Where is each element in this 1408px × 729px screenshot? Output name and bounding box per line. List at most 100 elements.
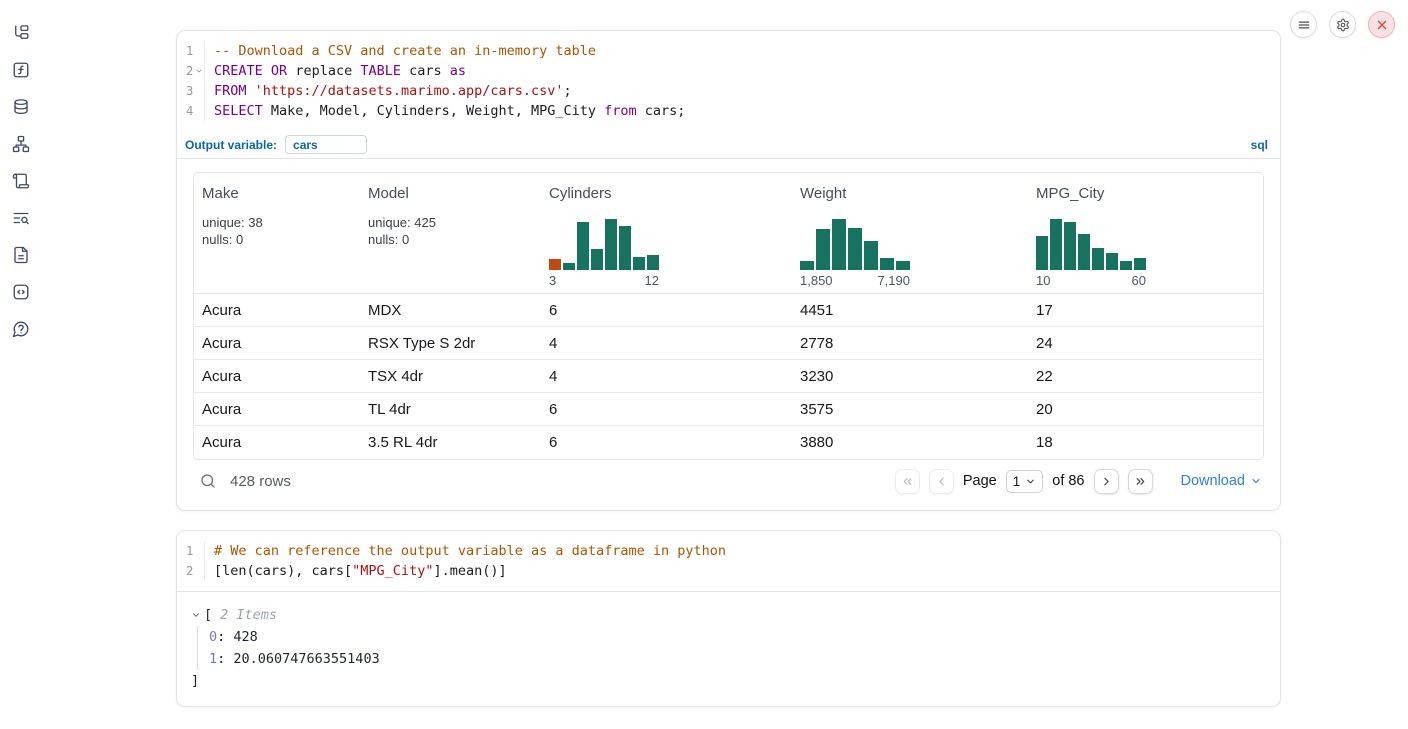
token-kw: from: [604, 103, 637, 119]
token-str: "MPG_City": [352, 563, 433, 579]
histogram-bar[interactable]: [563, 263, 575, 270]
line-number: 3: [177, 81, 193, 101]
tree-entry[interactable]: 0: 428: [209, 626, 1264, 648]
token-plain: cars: [401, 63, 450, 79]
line-number: 2: [177, 61, 193, 81]
download-button[interactable]: Download: [1181, 473, 1263, 489]
table-cell: 4: [541, 360, 792, 392]
code-line[interactable]: 4SELECT Make, Model, Cylinders, Weight, …: [177, 101, 1280, 121]
histogram-bar[interactable]: [1134, 258, 1146, 270]
collapse-chevron-icon[interactable]: [191, 610, 201, 620]
fold-chevron-icon[interactable]: [193, 61, 204, 81]
histogram-bar[interactable]: [549, 259, 561, 270]
column-header-model[interactable]: Modelunique: 425nulls: 0: [360, 173, 541, 293]
column-name: Make: [202, 185, 352, 203]
histogram-bar[interactable]: [864, 241, 878, 270]
python-editor[interactable]: 1# We can reference the output variable …: [177, 531, 1280, 591]
token-plain: Make, Model, Cylinders, Weight, MPG_City: [263, 103, 604, 119]
output-variable-input[interactable]: [285, 135, 367, 154]
close-button[interactable]: [1368, 11, 1395, 38]
histogram-bar[interactable]: [1050, 219, 1062, 270]
prev-page-button[interactable]: [929, 469, 954, 494]
code-line[interactable]: 1 -- Download a CSV and create an in-memo…: [177, 41, 1280, 61]
fold-chevron-icon: [193, 81, 204, 101]
table-cell: 6: [541, 294, 792, 326]
histogram-bar[interactable]: [647, 255, 659, 270]
column-header-weight[interactable]: Weight1,8507,190: [792, 173, 1028, 293]
code-text: # We can reference the output variable a…: [205, 541, 726, 561]
list-search-icon[interactable]: [12, 209, 30, 227]
output-variable-label: Output variable:: [185, 138, 277, 152]
gutter: 4: [177, 101, 205, 121]
close-icon: [1375, 18, 1389, 32]
histogram-bar[interactable]: [577, 222, 589, 270]
table-cell: 2778: [792, 327, 1028, 359]
histogram-bar[interactable]: [832, 219, 846, 270]
scroll-icon[interactable]: [12, 172, 30, 190]
column-header-cylinders[interactable]: Cylinders312: [541, 173, 792, 293]
histogram-bar[interactable]: [605, 219, 617, 270]
token-str: 'https://datasets.marimo.app/cars.csv': [255, 83, 564, 99]
snippets-code-icon[interactable]: [12, 283, 30, 301]
histogram-bar[interactable]: [1036, 236, 1048, 270]
token-kw: FROM: [214, 83, 247, 99]
help-chat-icon[interactable]: [12, 320, 30, 338]
table-row[interactable]: AcuraRSX Type S 2dr4277824: [194, 327, 1263, 360]
table-cell: 3880: [792, 426, 1028, 459]
token-plain: ;: [564, 83, 572, 99]
histogram-bar[interactable]: [1064, 222, 1076, 270]
settings-button[interactable]: [1329, 11, 1356, 38]
tree-root-row: [ 2 Items: [191, 604, 1264, 626]
histogram-bar[interactable]: [1078, 234, 1090, 270]
histogram-bar[interactable]: [880, 258, 894, 270]
table-row[interactable]: AcuraTL 4dr6357520: [194, 393, 1263, 426]
column-header-mpg_city[interactable]: MPG_City1060: [1028, 173, 1263, 293]
menu-button[interactable]: [1290, 11, 1317, 38]
column-name: Model: [368, 185, 533, 203]
document-icon[interactable]: [12, 246, 30, 264]
histogram-max-label: 12: [645, 273, 659, 289]
code-line[interactable]: 1# We can reference the output variable …: [177, 541, 1280, 561]
histogram-bar[interactable]: [1092, 248, 1104, 270]
histogram-bar[interactable]: [848, 228, 862, 270]
search-icon[interactable]: [199, 472, 217, 490]
histogram-bar[interactable]: [1106, 253, 1118, 270]
chevrons-left-icon: [901, 475, 914, 488]
histogram-bar[interactable]: [619, 226, 631, 270]
histogram-bar[interactable]: [896, 261, 910, 270]
page-select[interactable]: 1: [1006, 470, 1044, 493]
histogram-bar[interactable]: [800, 261, 814, 270]
code-line[interactable]: 2 CREATE OR replace TABLE cars as: [177, 61, 1280, 81]
gutter: 2: [177, 61, 205, 81]
code-text: [len(cars), cars["MPG_City"].mean()]: [205, 561, 507, 581]
table-row[interactable]: Acura3.5 RL 4dr6388018: [194, 426, 1263, 459]
column-histogram: 312: [549, 219, 784, 289]
histogram-bar[interactable]: [633, 257, 645, 270]
code-text: CREATE OR replace TABLE cars as: [205, 61, 466, 81]
table-row[interactable]: AcuraTSX 4dr4323022: [194, 360, 1263, 393]
last-page-button[interactable]: [1128, 469, 1153, 494]
token-plain: [len(cars), cars[: [214, 563, 352, 579]
column-stats: unique: 38nulls: 0: [202, 214, 352, 248]
code-line[interactable]: 2[len(cars), cars["MPG_City"].mean()]: [177, 561, 1280, 581]
gutter: 1: [177, 41, 205, 61]
histogram-bar[interactable]: [816, 229, 830, 270]
table-cell: 4451: [792, 294, 1028, 326]
python-cell: 1# We can reference the output variable …: [176, 530, 1281, 707]
histogram-bar[interactable]: [591, 249, 603, 270]
next-page-button[interactable]: [1094, 469, 1119, 494]
code-line[interactable]: 3 FROM 'https://datasets.marimo.app/cars.…: [177, 81, 1280, 101]
database-icon[interactable]: [12, 98, 30, 116]
dependency-graph-icon[interactable]: [12, 135, 30, 153]
sql-editor[interactable]: 1 -- Download a CSV and create an in-memo…: [177, 31, 1280, 131]
first-page-button[interactable]: [895, 469, 920, 494]
table-row[interactable]: AcuraMDX6445117: [194, 294, 1263, 327]
histogram-bar[interactable]: [1120, 261, 1132, 270]
token-comment: -- Download a CSV and create an in-memor…: [214, 43, 596, 59]
function-square-icon[interactable]: [12, 61, 30, 79]
file-tree-icon[interactable]: [12, 24, 30, 42]
tree-entry[interactable]: 1: 20.060747663551403: [209, 648, 1264, 670]
python-output-tree: [ 2 Items 0: 4281: 20.060747663551403 ]: [177, 592, 1280, 706]
table-cell: RSX Type S 2dr: [360, 327, 541, 359]
column-header-make[interactable]: Make unique: 38nulls: 0: [194, 173, 360, 293]
